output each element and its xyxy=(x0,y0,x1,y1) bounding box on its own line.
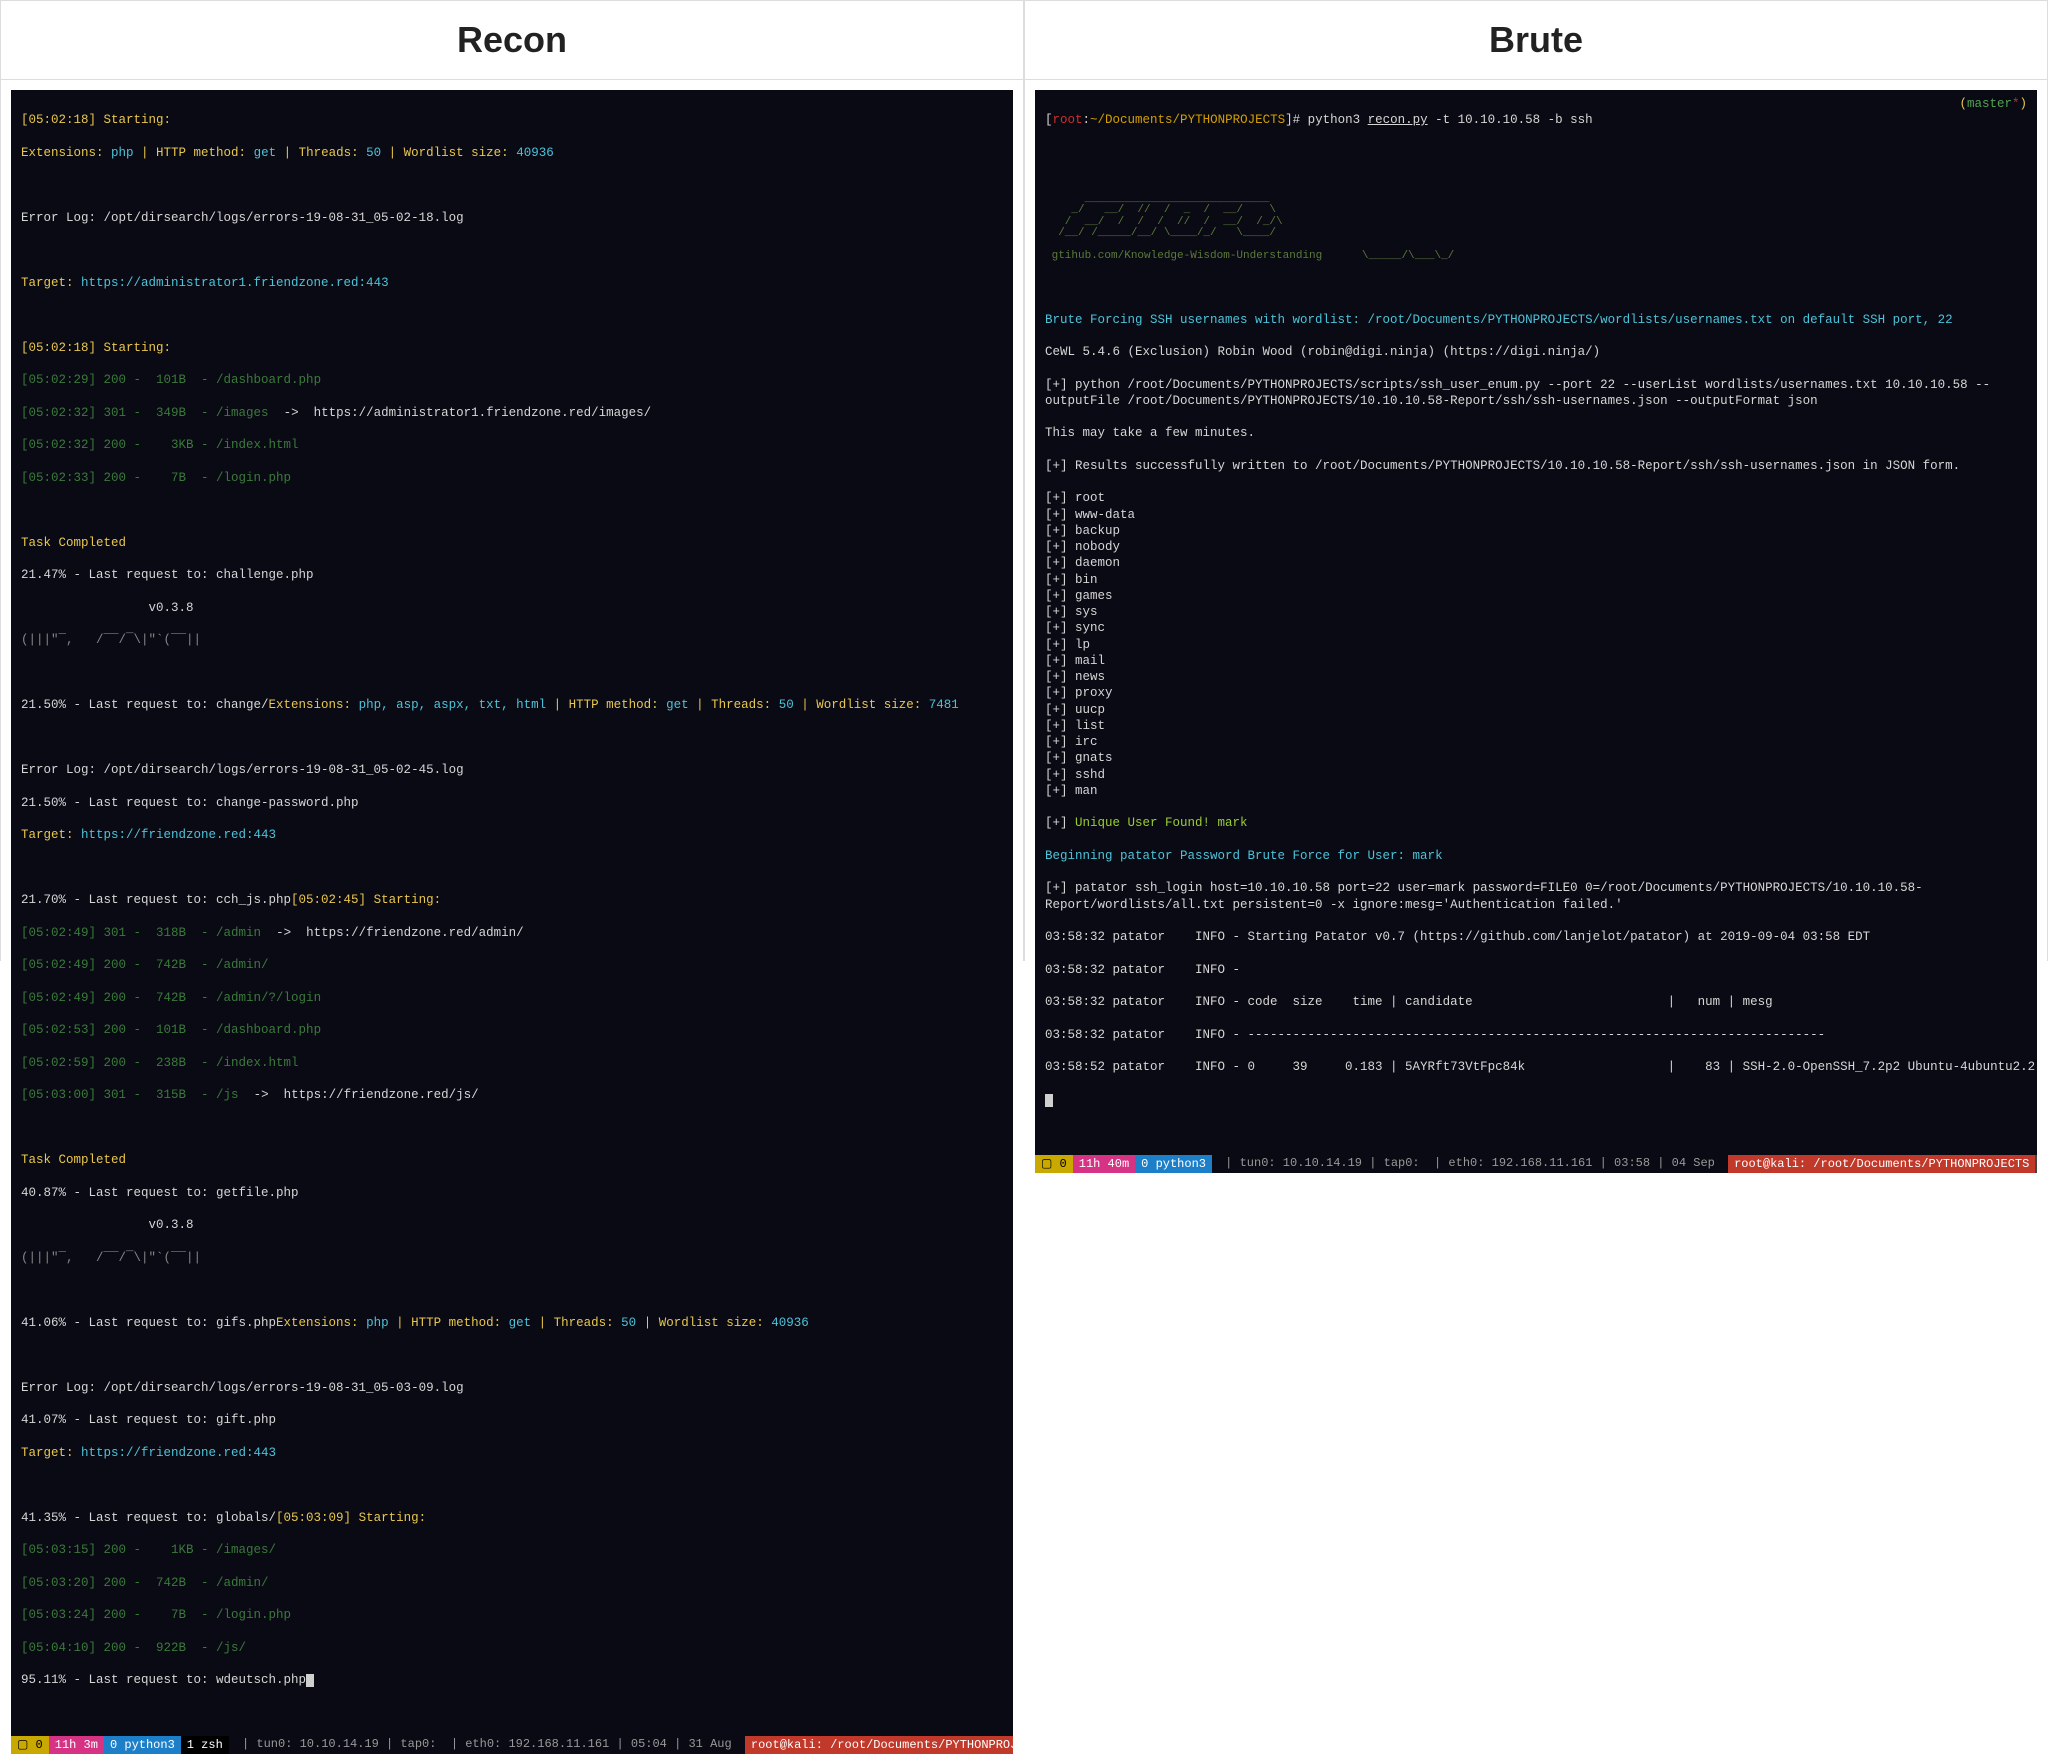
user-item: [+] bin xyxy=(1045,572,2027,588)
user-item: [+] lp xyxy=(1045,637,2027,653)
user-item: [+] root xyxy=(1045,490,2027,506)
cursor-icon xyxy=(1045,1094,1053,1107)
start-time-2: [05:02:18] xyxy=(21,341,104,355)
patator-command: [+] patator ssh_login host=10.10.10.58 p… xyxy=(1045,880,2027,913)
terminal-recon[interactable]: [05:02:18] Starting: Extensions: php | H… xyxy=(11,90,1013,1754)
user-item: [+] irc xyxy=(1045,734,2027,750)
cmd-script: recon.py xyxy=(1368,113,1428,127)
start-time: [05:02:18] xyxy=(21,113,104,127)
status-seg-session[interactable]: ▢ 0 xyxy=(1035,1155,1073,1173)
result-time: [05:02:29] xyxy=(21,373,96,387)
error-log-2: Error Log: /opt/dirsearch/logs/errors-19… xyxy=(21,762,1003,778)
dirsearch-ascii: (|||"‾, /‾‾/¯\|"`(‾‾|| xyxy=(21,632,1003,648)
user-item: [+] gnats xyxy=(1045,750,2027,766)
cewl-line: CeWL 5.4.6 (Exclusion) Robin Wood (robin… xyxy=(1045,344,2027,360)
panel-recon: Recon [05:02:18] Starting: Extensions: p… xyxy=(0,0,1024,961)
error-log-1: Error Log: /opt/dirsearch/logs/errors-19… xyxy=(21,210,1003,226)
http-val: get xyxy=(254,146,277,160)
status-network: | tun0: 10.10.14.19 | tap0: | eth0: 192.… xyxy=(1212,1156,1728,1172)
threads-label: Threads: xyxy=(299,146,367,160)
ascii-art: ____________________________ _/ __/ // /… xyxy=(1045,194,2027,263)
status-seg-time: 11h 40m xyxy=(1073,1155,1135,1173)
status-seg-path: root@kali: /root/Documents/PYTHONPROJECT… xyxy=(1728,1155,2035,1173)
wait-msg: This may take a few minutes. xyxy=(1045,425,2027,441)
patator-result: 03:58:52 patator INFO - 0 39 0.183 | 5AY… xyxy=(1045,1059,2027,1075)
terminal-wrap-brute: [root:~/Documents/PYTHONPROJECTS]# pytho… xyxy=(1025,80,2047,1183)
user-item: [+] games xyxy=(1045,588,2027,604)
panel-title-recon: Recon xyxy=(1,1,1023,80)
user-item: [+] uucp xyxy=(1045,702,2027,718)
panel-title-brute: Brute xyxy=(1025,1,2047,80)
terminal-brute[interactable]: [root:~/Documents/PYTHONPROJECTS]# pytho… xyxy=(1035,90,2037,1173)
cursor-icon xyxy=(306,1674,314,1687)
user-item: [+] sshd xyxy=(1045,767,2027,783)
last-request: 21.47% - Last request to: challenge.php xyxy=(21,567,1003,583)
brute-force-header: Brute Forcing SSH usernames with wordlis… xyxy=(1045,312,2027,328)
user-item: [+] news xyxy=(1045,669,2027,685)
user-item: [+] backup xyxy=(1045,523,2027,539)
user-item: [+] mail xyxy=(1045,653,2027,669)
version: v0.3.8 xyxy=(21,600,1003,616)
git-branch: master xyxy=(1967,97,2012,111)
layout: Recon [05:02:18] Starting: Extensions: p… xyxy=(0,0,2048,961)
python-command: [+] python /root/Documents/PYTHONPROJECT… xyxy=(1045,377,2027,410)
status-seg-zsh[interactable]: 1 zsh xyxy=(181,1736,229,1754)
status-seg-bin: /usr/bin/patator xyxy=(2035,1155,2037,1173)
http-label: HTTP method: xyxy=(156,146,254,160)
cmd-args: -t 10.10.10.58 -b ssh xyxy=(1428,113,1593,127)
target-url-2: https://friendzone.red:443 xyxy=(81,828,276,842)
user-item: [+] www-data xyxy=(1045,507,2027,523)
status-seg-python[interactable]: 0 python3 xyxy=(104,1736,181,1754)
status-seg-time: 11h 3m xyxy=(49,1736,104,1754)
ext-val: php xyxy=(111,146,134,160)
wl-val: 40936 xyxy=(516,146,554,160)
patator-line: 03:58:32 patator INFO - Starting Patator… xyxy=(1045,929,2027,945)
prompt-cwd: ~/Documents/PYTHONPROJECTS xyxy=(1090,113,1285,127)
user-item: [+] list xyxy=(1045,718,2027,734)
result-path: /dashboard.php xyxy=(216,373,321,387)
results-line: [+] Results successfully written to /roo… xyxy=(1045,458,2027,474)
status-seg-session[interactable]: ▢ 0 xyxy=(11,1736,49,1754)
wl-label: Wordlist size: xyxy=(404,146,517,160)
user-item: [+] sys xyxy=(1045,604,2027,620)
starting-label: Starting: xyxy=(104,113,172,127)
ext-label: Extensions: xyxy=(21,146,111,160)
user-item: [+] daemon xyxy=(1045,555,2027,571)
prompt-user: root xyxy=(1053,113,1083,127)
target-url-1: https://administrator1.friendzone.red:44… xyxy=(81,276,389,290)
threads-val: 50 xyxy=(366,146,381,160)
user-item: [+] sync xyxy=(1045,620,2027,636)
statusbar-recon: ▢ 0 11h 3m 0 python3 1 zsh | tun0: 10.10… xyxy=(11,1736,1013,1754)
task-completed: Task Completed xyxy=(21,535,1003,551)
user-item: [+] nobody xyxy=(1045,539,2027,555)
user-item: [+] man xyxy=(1045,783,2027,799)
statusbar-brute: ▢ 0 11h 40m 0 python3 | tun0: 10.10.14.1… xyxy=(1035,1155,2037,1173)
status-network: | tun0: 10.10.14.19 | tap0: | eth0: 192.… xyxy=(229,1737,745,1753)
panel-brute: Brute [root:~/Documents/PYTHONPROJECTS]#… xyxy=(1024,0,2048,961)
status-seg-python[interactable]: 0 python3 xyxy=(1135,1155,1212,1173)
target-label: Target: xyxy=(21,276,81,290)
user-item: [+] proxy xyxy=(1045,685,2027,701)
unique-user: Unique User Found! mark xyxy=(1075,816,1248,830)
error-log-3: Error Log: /opt/dirsearch/logs/errors-19… xyxy=(21,1380,1003,1396)
begin-brute: Beginning patator Password Brute Force f… xyxy=(1045,848,2027,864)
terminal-wrap-recon: [05:02:18] Starting: Extensions: php | H… xyxy=(1,80,1023,1764)
user-list: [+] root[+] www-data[+] backup[+] nobody… xyxy=(1045,490,2027,799)
status-seg-path: root@kali: /root/Documents/PYTHONPROJECT… xyxy=(745,1736,1013,1754)
